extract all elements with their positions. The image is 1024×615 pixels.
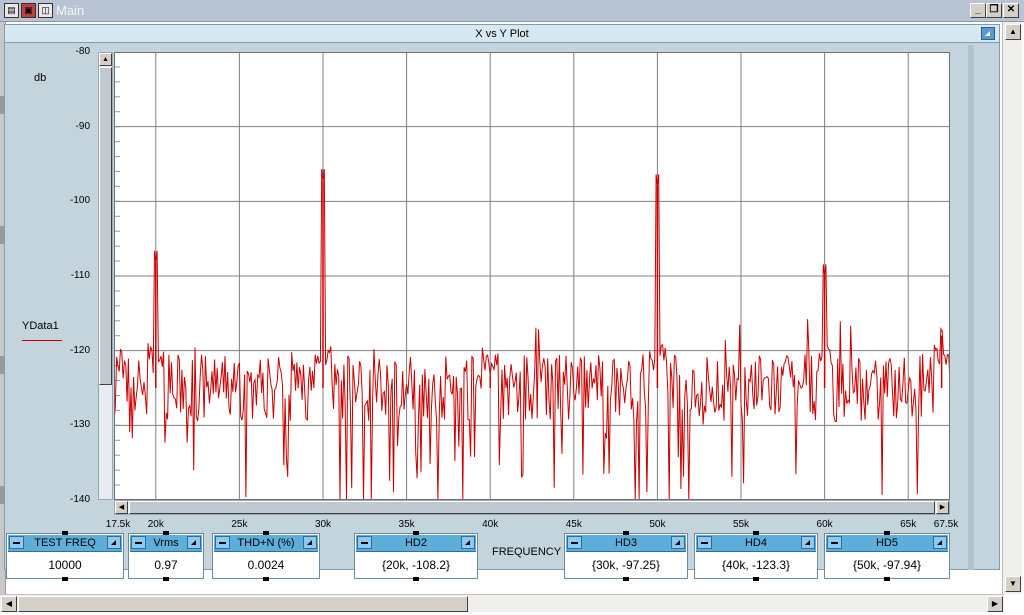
panel-title: X vs Y Plot [5, 25, 999, 43]
hd4-value[interactable]: {40k, -123.3} [699, 554, 813, 576]
x-tick-label: 25k [231, 519, 248, 530]
main-vertical-scrollbar[interactable]: ▲ ▼ [1002, 22, 1022, 594]
x-tick-label: 35k [398, 519, 415, 530]
minimize-icon[interactable] [215, 536, 230, 549]
legend-entry: YData1 [22, 320, 59, 332]
hd2-widget[interactable]: HD2 {20k, -108.2} [354, 531, 478, 581]
minimize-icon[interactable] [827, 536, 842, 549]
hd4-widget[interactable]: HD4 {40k, -123.3} [694, 531, 818, 581]
main-horizontal-scrollbar[interactable]: ◀ ▶ [0, 594, 1004, 612]
scroll-up-arrow-icon[interactable]: ▲ [1005, 24, 1021, 40]
y-tick-label: -130 [69, 419, 90, 431]
test-freq-value[interactable]: 10000 [11, 554, 119, 576]
x-tick-label: 40k [482, 519, 499, 530]
x-tick-label: 67.5k [933, 519, 959, 530]
scroll-down-arrow-icon[interactable]: ▼ [1005, 576, 1021, 592]
panel-edge [968, 45, 974, 570]
x-tick-label: 60k [816, 519, 833, 530]
widget-menu-icon[interactable] [801, 536, 815, 549]
minimize-icon[interactable] [357, 536, 372, 549]
x-tick-label: 65k [900, 519, 917, 530]
widget-menu-icon[interactable] [187, 536, 201, 549]
widget-menu-icon[interactable] [933, 536, 947, 549]
x-tick-label: 45k [565, 519, 582, 530]
document-icon[interactable]: ▤ [4, 3, 19, 18]
vrms-widget[interactable]: Vrms 0.97 [128, 531, 204, 581]
y-axis-label: db [34, 72, 47, 84]
hd5-value[interactable]: {50k, -97.94} [829, 554, 945, 576]
scroll-right-arrow-icon[interactable]: ▶ [936, 501, 949, 514]
plot-vertical-scrollbar[interactable]: ▲ [98, 52, 113, 500]
y-tick-label: -80 [75, 46, 90, 57]
thdn-value[interactable]: 0.0024 [217, 554, 315, 576]
hd3-widget[interactable]: HD3 {30k, -97.25} [564, 531, 688, 581]
plot-area[interactable] [114, 52, 950, 500]
hd5-widget[interactable]: HD5 {50k, -97.94} [824, 531, 950, 581]
widget-menu-icon[interactable] [461, 536, 475, 549]
main-hscroll-thumb[interactable] [18, 596, 468, 612]
test-freq-widget[interactable]: TEST FREQ 10000 [6, 531, 124, 581]
x-axis-label: FREQUENCY [492, 546, 562, 558]
restore-button[interactable]: ❐ [986, 3, 1002, 18]
widget-menu-icon[interactable] [303, 536, 317, 549]
y-tick-label: -110 [70, 270, 90, 281]
y-tick-label: -120 [69, 344, 90, 356]
x-tick-label: 30k [314, 519, 332, 530]
hd3-value[interactable]: {30k, -97.25} [569, 554, 683, 576]
window-title: Main [56, 3, 85, 18]
plot-horizontal-scrollbar[interactable]: ◀ ▶ [114, 500, 950, 515]
x-tick-label: 20k [147, 519, 164, 530]
plot-vscroll-thumb[interactable] [99, 67, 112, 385]
x-tick-label: 55k [732, 519, 750, 530]
minimize-icon[interactable] [9, 536, 24, 549]
window-titlebar: ▤ ▣ ◫ Main _ ❐ ✕ [0, 0, 1024, 22]
hd2-value[interactable]: {20k, -108.2} [359, 554, 473, 576]
minimize-icon[interactable] [567, 536, 582, 549]
y-tick-label: -140 [69, 494, 90, 505]
scroll-right-arrow-icon[interactable]: ▶ [987, 596, 1003, 612]
x-tick-label: 17.5k [105, 519, 131, 530]
widget-menu-icon[interactable] [107, 536, 121, 549]
vrms-value[interactable]: 0.97 [133, 554, 199, 576]
x-tick-label: 50k [649, 519, 666, 530]
minimize-button[interactable]: _ [970, 3, 986, 18]
y-tick-label: -90 [75, 120, 90, 132]
scroll-left-arrow-icon[interactable]: ◀ [115, 501, 128, 514]
view-icon[interactable]: ◫ [38, 3, 53, 18]
plot-hscroll-thumb[interactable] [129, 501, 935, 514]
thdn-widget[interactable]: THD+N (%) 0.0024 [212, 531, 320, 581]
panel-menu-button[interactable] [981, 27, 995, 40]
minimize-icon[interactable] [131, 536, 146, 549]
widget-menu-icon[interactable] [671, 536, 685, 549]
scroll-left-arrow-icon[interactable]: ◀ [1, 596, 17, 612]
y-tick-label: -100 [69, 195, 90, 207]
minimize-icon[interactable] [697, 536, 712, 549]
scroll-up-arrow-icon[interactable]: ▲ [99, 53, 112, 66]
legend-swatch [22, 340, 62, 341]
close-button[interactable]: ✕ [1003, 3, 1019, 18]
tool-icon[interactable]: ▣ [21, 3, 36, 18]
